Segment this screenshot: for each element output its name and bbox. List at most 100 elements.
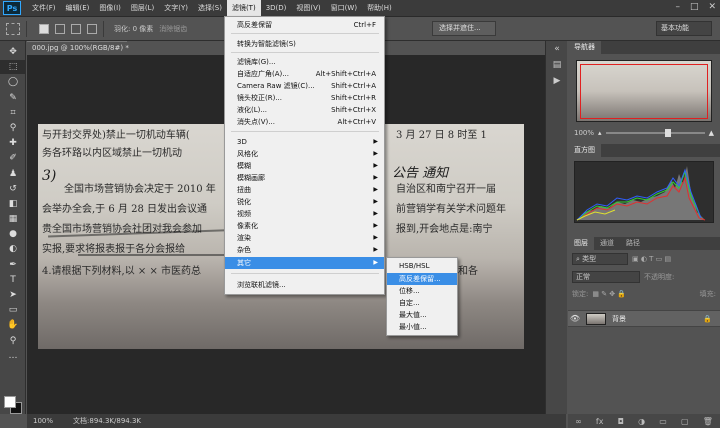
mask-icon[interactable]: ◘ xyxy=(618,417,624,426)
new-layer-icon[interactable]: ▢ xyxy=(681,417,689,426)
zoom-readout[interactable]: 100% xyxy=(33,414,53,428)
tab-layers[interactable]: 图层 xyxy=(568,237,594,250)
menu-item-adaptive-wide-angle[interactable]: 自适应广角(A)... Alt+Shift+Ctrl+A xyxy=(225,68,384,80)
zoom-in-icon[interactable]: ▲ xyxy=(709,129,714,137)
gradient-tool-icon[interactable]: ▦ xyxy=(0,212,26,226)
navigator-zoom-value[interactable]: 100% xyxy=(574,129,598,137)
marquee-preset-icon[interactable] xyxy=(6,22,20,35)
maximize-icon[interactable]: □ xyxy=(690,2,699,12)
menu-file[interactable]: 文件(F) xyxy=(27,0,61,17)
document-info[interactable]: 文档:894.3K/894.3K xyxy=(73,414,141,428)
trash-icon[interactable]: 🗑 xyxy=(703,417,713,426)
menu-item-vanishing-point[interactable]: 消失点(V)... Alt+Ctrl+V xyxy=(225,116,384,128)
tab-navigator[interactable]: 导航器 xyxy=(568,41,601,54)
submenu-item-hsb-hsl[interactable]: HSB/HSL xyxy=(387,260,457,272)
history-icon[interactable]: ▤ xyxy=(546,57,568,73)
tab-paths[interactable]: 路径 xyxy=(620,237,646,250)
zoom-out-icon[interactable]: ▴ xyxy=(598,129,602,137)
menu-select[interactable]: 选择(S) xyxy=(193,0,227,17)
menu-item-blur-gallery[interactable]: 模糊画廊 ▶ xyxy=(225,172,384,184)
clone-stamp-tool-icon[interactable]: ♟ xyxy=(0,167,26,181)
menu-item-video[interactable]: 视频 ▶ xyxy=(225,208,384,220)
blend-mode-dropdown[interactable]: 正常 xyxy=(572,271,640,283)
filter-icons[interactable]: ▣ ◐ T ▭ ▤ xyxy=(632,255,671,263)
menu-item-stylize[interactable]: 风格化 ▶ xyxy=(225,148,384,160)
add-selection-icon[interactable] xyxy=(55,23,65,34)
history-brush-tool-icon[interactable]: ↺ xyxy=(0,182,26,196)
path-select-tool-icon[interactable]: ➤ xyxy=(0,288,26,302)
tab-channels[interactable]: 通道 xyxy=(594,237,620,250)
marquee-tool-icon[interactable]: ⬚ xyxy=(0,60,26,75)
move-tool-icon[interactable]: ✥ xyxy=(0,45,26,59)
more-tools-icon[interactable]: … xyxy=(0,349,26,363)
group-icon[interactable]: ▭ xyxy=(659,417,667,426)
submenu-item-offset[interactable]: 位移... xyxy=(387,285,457,297)
submenu-item-minimum[interactable]: 最小值... xyxy=(387,321,457,333)
menu-help[interactable]: 帮助(H) xyxy=(362,0,397,17)
hand-tool-icon[interactable]: ✋ xyxy=(0,318,26,332)
crop-tool-icon[interactable]: ⌗ xyxy=(0,106,26,120)
healing-brush-tool-icon[interactable]: ✚ xyxy=(0,136,26,150)
lasso-tool-icon[interactable]: ◯ xyxy=(0,75,26,89)
adjustment-icon[interactable]: ◑ xyxy=(638,417,645,426)
menu-item-other[interactable]: 其它 ▶ xyxy=(225,257,384,269)
lock-icons[interactable]: ▦ ✎ ✥ 🔒 xyxy=(592,290,626,298)
anti-alias-checkbox[interactable]: 消除锯齿 xyxy=(159,24,187,34)
menu-item-smart-filter[interactable]: 转换为智能滤镜(S) xyxy=(225,38,384,50)
intersect-selection-icon[interactable] xyxy=(87,23,97,34)
menu-item-lens-correction[interactable]: 镜头校正(R)... Shift+Ctrl+R xyxy=(225,92,384,104)
eye-icon[interactable]: 👁 xyxy=(568,314,582,323)
menu-item-noise[interactable]: 杂色 ▶ xyxy=(225,244,384,256)
menu-layer[interactable]: 图层(L) xyxy=(126,0,159,17)
document-tab[interactable]: 000.jpg @ 100%(RGB/8#) * xyxy=(27,41,129,55)
menu-item-blur[interactable]: 模糊 ▶ xyxy=(225,160,384,172)
menu-item-camera-raw[interactable]: Camera Raw 滤镜(C)... Shift+Ctrl+A xyxy=(225,80,384,92)
quick-select-tool-icon[interactable]: ✎ xyxy=(0,91,26,105)
collapse-icon[interactable]: « xyxy=(546,41,568,57)
menu-item-sharpen[interactable]: 锐化 ▶ xyxy=(225,196,384,208)
blur-tool-icon[interactable]: ● xyxy=(0,227,26,241)
foreground-color-swatch[interactable] xyxy=(4,396,16,408)
menu-type[interactable]: 文字(Y) xyxy=(159,0,193,17)
menu-filter[interactable]: 滤镜(T) xyxy=(226,0,261,17)
minimize-icon[interactable]: – xyxy=(675,2,680,12)
zoom-tool-icon[interactable]: ⚲ xyxy=(0,334,26,348)
eyedropper-tool-icon[interactable]: ⚲ xyxy=(0,121,26,135)
opacity-label[interactable]: 不透明度: xyxy=(644,272,674,282)
feather-label[interactable]: 羽化: 0 像素 xyxy=(114,24,153,34)
rectangle-tool-icon[interactable]: ▭ xyxy=(0,303,26,317)
dodge-tool-icon[interactable]: ◐ xyxy=(0,242,26,256)
layer-kind-filter[interactable]: ⌕ 类型 xyxy=(572,253,628,265)
menu-item-browse-online[interactable]: 浏览联机滤镜... xyxy=(225,279,384,291)
pen-tool-icon[interactable]: ✒ xyxy=(0,258,26,272)
menu-item-filter-gallery[interactable]: 滤镜库(G)... xyxy=(225,56,384,68)
navigator-thumbnail[interactable] xyxy=(576,60,712,122)
menu-view[interactable]: 视图(V) xyxy=(291,0,325,17)
eraser-tool-icon[interactable]: ◧ xyxy=(0,197,26,211)
menu-image[interactable]: 图像(I) xyxy=(94,0,126,17)
play-icon[interactable]: ▶ xyxy=(546,73,568,89)
link-icon[interactable]: ∞ xyxy=(575,417,582,426)
select-and-mask-button[interactable]: 选择并遮住... xyxy=(432,21,496,36)
workspace-dropdown[interactable]: 基本功能 xyxy=(656,21,712,36)
zoom-slider-knob[interactable] xyxy=(664,129,671,137)
fill-label[interactable]: 填充: xyxy=(700,289,716,299)
submenu-item-high-pass[interactable]: 高反差保留... xyxy=(387,273,457,285)
menu-edit[interactable]: 编辑(E) xyxy=(61,0,95,17)
menu-3d[interactable]: 3D(D) xyxy=(261,0,292,17)
navigator-view-box[interactable] xyxy=(580,64,708,119)
fx-icon[interactable]: fx xyxy=(596,417,604,426)
brush-tool-icon[interactable]: ✐ xyxy=(0,151,26,165)
menu-item-liquify[interactable]: 液化(L)... Shift+Ctrl+X xyxy=(225,104,384,116)
menu-item-3d[interactable]: 3D ▶ xyxy=(225,136,384,148)
menu-item-pixelate[interactable]: 像素化 ▶ xyxy=(225,220,384,232)
close-icon[interactable]: ✕ xyxy=(708,2,716,12)
type-tool-icon[interactable]: T xyxy=(0,273,26,287)
submenu-item-custom[interactable]: 自定... xyxy=(387,297,457,309)
subtract-selection-icon[interactable] xyxy=(71,23,81,34)
tab-histogram[interactable]: 直方图 xyxy=(568,144,601,157)
menu-window[interactable]: 窗口(W) xyxy=(326,0,362,17)
submenu-item-maximum[interactable]: 最大值... xyxy=(387,309,457,321)
zoom-slider[interactable] xyxy=(605,129,705,137)
menu-item-render[interactable]: 渲染 ▶ xyxy=(225,232,384,244)
